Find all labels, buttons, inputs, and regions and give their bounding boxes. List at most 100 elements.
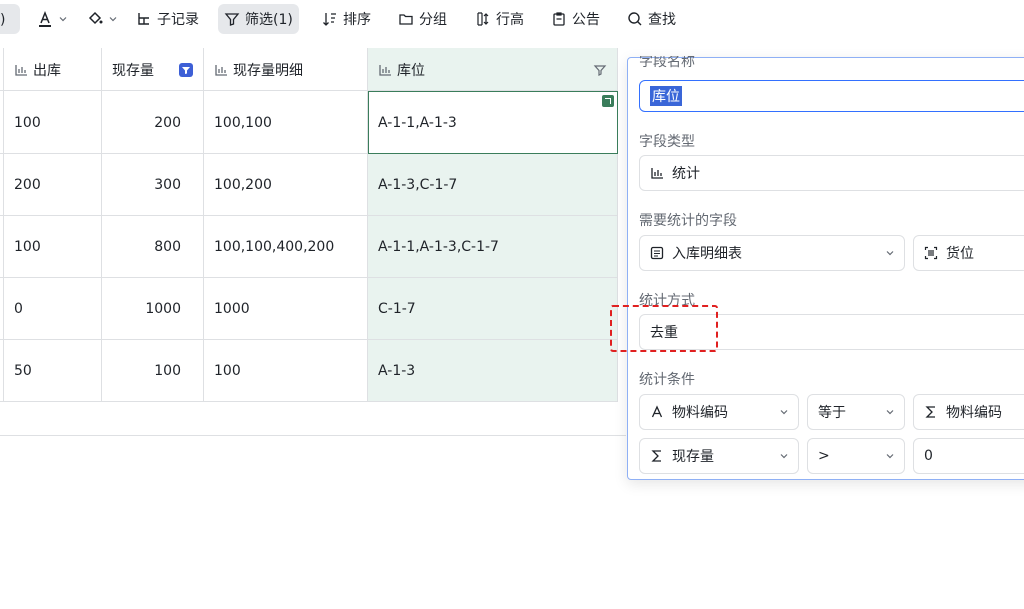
stat-field-value: 货位 [946, 246, 974, 262]
table-cell[interactable]: 100 [102, 340, 203, 402]
row-height-label: 行高 [496, 12, 524, 28]
chevron-down-icon [109, 17, 117, 22]
field-type-label: 字段类型 [639, 134, 695, 150]
field-name-value: 库位 [650, 86, 682, 106]
toolbar: 规) 子记录 筛选(1) 排序 分组 行高 公告 查找 [0, 0, 1024, 38]
stat-field-select[interactable]: 货位 [913, 235, 1024, 271]
table-cell[interactable]: 1000 [204, 278, 367, 340]
condition-value: 0 [924, 448, 933, 464]
stat-table-select[interactable]: 入库明细表 [639, 235, 905, 271]
header-xiancunliang-mingxi[interactable]: 现存量明细 [204, 48, 367, 91]
field-type-value: 统计 [672, 166, 700, 182]
table-cell[interactable]: A-1-3 [368, 340, 617, 402]
font-color-button[interactable] [30, 4, 73, 34]
condition-operator-select[interactable]: > [807, 438, 905, 474]
header-chuku[interactable]: 出库 [4, 48, 101, 91]
fill-color-button[interactable] [80, 4, 123, 34]
font-color-icon [39, 10, 51, 27]
field-name-input[interactable]: 库位 [639, 80, 1024, 112]
chevron-down-icon [886, 410, 894, 415]
paint-bucket-icon [88, 11, 103, 25]
stats-icon [651, 168, 663, 179]
table-cell[interactable]: 200 [102, 92, 203, 154]
header-label: 库位 [397, 62, 425, 79]
text-field-icon [651, 405, 663, 418]
header-xiancunliang[interactable]: 现存量 [102, 48, 203, 91]
header-label: 出库 [33, 62, 61, 79]
sigma-icon [925, 406, 935, 418]
row-height-icon [477, 12, 489, 26]
group-button[interactable]: 分组 [392, 4, 453, 34]
sort-icon [323, 13, 336, 26]
table-cell[interactable]: A-1-3,C-1-7 [368, 154, 617, 216]
table-cell[interactable]: 200 [4, 154, 101, 216]
table-cell[interactable]: 100 [204, 340, 367, 402]
search-icon [628, 12, 642, 26]
row-height-button[interactable]: 行高 [469, 4, 530, 34]
subrecord-button[interactable]: 子记录 [130, 4, 205, 34]
condition-operator-value: 等于 [818, 405, 846, 421]
field-config-panel: 字段名称 库位 字段类型 统计 需要统计的字段 入库明细表 货位 统计方式 去重… [627, 56, 1024, 480]
stat-condition-label: 统计条件 [639, 372, 695, 388]
filter-icon[interactable] [593, 63, 607, 77]
field-name-label: 字段名称 [639, 56, 695, 70]
notice-button[interactable]: 公告 [545, 4, 606, 34]
chevron-down-icon [886, 454, 894, 459]
condition-field-value: 物料编码 [672, 405, 728, 421]
header-label: 现存量明细 [233, 62, 303, 79]
stats-column-icon [15, 64, 27, 76]
table-cell[interactable]: 100 [4, 92, 101, 154]
condition-operator-select[interactable]: 等于 [807, 394, 905, 430]
stats-column-icon [215, 64, 227, 76]
table-cell[interactable]: A-1-1,A-1-3 [368, 92, 617, 154]
condition-value: 物料编码 [946, 405, 1002, 421]
table-cell[interactable]: 50 [4, 340, 101, 402]
chevron-down-icon [886, 251, 894, 256]
table-cell[interactable]: 100,200 [204, 154, 367, 216]
header-label: 现存量 [112, 62, 154, 79]
chevron-down-icon [780, 454, 788, 459]
scan-icon [924, 246, 938, 260]
group-label: 分组 [419, 12, 447, 28]
table-cell[interactable]: 800 [102, 216, 203, 278]
field-type-select[interactable]: 统计 [639, 155, 1024, 191]
footer-divider [0, 435, 626, 436]
table-icon [650, 246, 664, 260]
notice-label: 公告 [572, 12, 600, 28]
condition-operator-value: > [818, 448, 830, 464]
filter-active-icon[interactable] [179, 62, 193, 77]
subrecord-label: 子记录 [157, 12, 199, 28]
chevron-down-icon [59, 17, 67, 22]
condition-field-value: 现存量 [672, 449, 714, 465]
table-cell[interactable]: A-1-1,A-1-3,C-1-7 [368, 216, 617, 278]
filter-button[interactable]: 筛选(1) [218, 4, 299, 34]
sort-label: 排序 [343, 12, 371, 28]
sigma-icon [651, 450, 661, 462]
chevron-down-icon [780, 410, 788, 415]
header-kuwei[interactable]: 库位 [368, 48, 617, 91]
condition-value-input[interactable]: 0 [913, 438, 1024, 474]
stats-column-icon [379, 64, 391, 76]
table-cell[interactable]: 300 [102, 154, 203, 216]
stat-field-label: 需要统计的字段 [639, 213, 737, 229]
folder-icon [399, 14, 413, 25]
table-cell[interactable]: 100,100,400,200 [204, 216, 367, 278]
filter-label: 筛选(1) [245, 12, 293, 28]
condition-value-select[interactable]: 物料编码 [913, 394, 1024, 430]
table-cell[interactable]: 100,100 [204, 92, 367, 154]
table-cell[interactable]: 1000 [102, 278, 203, 340]
condition-field-select[interactable]: 现存量 [639, 438, 799, 474]
subrecord-icon [138, 13, 149, 25]
table-cell[interactable]: 100 [4, 216, 101, 278]
condition-field-select[interactable]: 物料编码 [639, 394, 799, 430]
filter-icon [224, 13, 240, 26]
view-button-fragment[interactable]: 规) [0, 4, 20, 34]
sort-button[interactable]: 排序 [316, 4, 377, 34]
table-cell[interactable]: C-1-7 [368, 278, 617, 340]
clipboard-icon [553, 12, 565, 26]
table-cell[interactable]: 0 [4, 278, 101, 340]
view-button-label: 规) [0, 12, 6, 28]
search-button[interactable]: 查找 [621, 4, 682, 34]
highlight-annotation [610, 305, 718, 352]
search-label: 查找 [648, 12, 676, 28]
